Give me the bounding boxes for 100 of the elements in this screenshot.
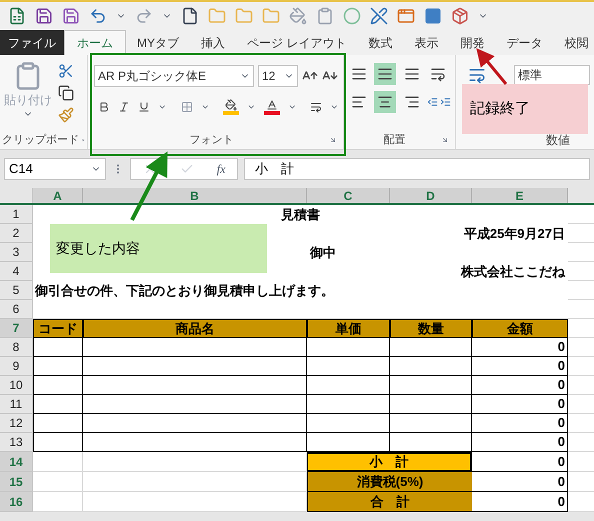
date-text: 平成25年9月27日 [464,224,565,243]
addressee-text: 御中 [310,244,336,262]
table-cell [33,433,83,452]
ribbon-tab[interactable]: 挿入 [190,30,236,55]
ribbon-tab[interactable]: 開発 [449,30,496,55]
table-cell [33,395,83,414]
font-name-field[interactable]: AR P丸ゴシック体E [94,65,254,87]
ribbon-tab[interactable]: ホーム [64,30,126,55]
formula-field[interactable]: 小 計 [244,158,590,180]
column-header[interactable]: D [390,188,472,203]
total-label-cell[interactable]: 小 計 [307,452,472,472]
orientation-icon[interactable] [430,66,446,82]
row-header[interactable]: 1 [0,205,33,224]
ribbon-tab[interactable]: データ [495,30,554,55]
row-header[interactable]: 16 [0,492,33,512]
row-header[interactable]: 5 [0,281,33,300]
alignment-icon [404,66,420,82]
table-cell: 0 [472,414,568,433]
header-cell: コード [33,319,83,338]
cut-icon[interactable] [58,63,74,79]
row-header[interactable]: 6 [0,300,33,319]
row-header[interactable]: 14 [0,452,33,472]
table-cell [33,414,83,433]
callout-note: 変更した内容 [50,224,267,273]
spreadsheet-logo-icon[interactable] [8,7,26,25]
table-cell: 0 [472,338,568,357]
font-size-field[interactable]: 12 [258,65,298,87]
column-header[interactable]: B [83,188,307,203]
alignment-button[interactable] [374,91,396,113]
alignment-icon [351,94,367,110]
ribbon-tab[interactable]: ファイル [0,30,64,55]
ribbon-tab[interactable]: 校閲 [553,30,594,55]
dialog-launcher-icon[interactable] [441,136,449,144]
row-header[interactable]: 10 [0,376,33,395]
table-cell: 0 [472,395,568,414]
bold-icon[interactable] [98,100,110,114]
table-cell: 0 [472,357,568,376]
table-cell [33,376,83,395]
underline-icon[interactable] [138,100,150,114]
header-cell: 金額 [472,319,568,338]
arrow [476,48,508,85]
header-cell: 単価 [307,319,390,338]
row-header[interactable]: 4 [0,262,33,281]
phonetic-icon[interactable] [310,100,322,114]
row-header[interactable]: 11 [0,395,33,414]
ribbon-tab[interactable]: 数式 [357,30,404,55]
column-header[interactable]: E [472,188,568,203]
dialog-launcher-icon[interactable] [329,136,337,144]
number-format-field[interactable]: 標準 [514,65,590,85]
alignment-button[interactable] [374,63,396,85]
window-icon[interactable] [397,7,415,25]
format-painter-icon[interactable] [58,107,74,123]
group-label: 配置 [382,132,406,148]
total-label-cell[interactable]: 合 計 [307,492,472,512]
message-text: 御引合せの件、下記のとおり御見積申し上げます。 [35,282,334,300]
column-header[interactable]: C [307,188,390,203]
row-header[interactable]: 13 [0,433,33,452]
row-header[interactable]: 7 [0,319,33,338]
total-label-cell[interactable]: 消費税(5%) [307,472,472,492]
ribbon-tab[interactable]: 表示 [403,30,450,55]
alignment-icon [351,66,367,82]
row-header[interactable]: 3 [0,243,33,262]
package-icon[interactable] [451,7,469,25]
alignment-icon [377,94,394,110]
stop-icon[interactable] [424,7,442,25]
save-as-icon[interactable] [62,7,80,25]
row-header[interactable]: 2 [0,224,33,243]
ribbon-tab[interactable]: MYタブ [126,30,190,55]
row-header[interactable]: 12 [0,414,33,433]
arrow [130,151,168,221]
column-header[interactable]: A [33,188,83,203]
fill-color-icon[interactable] [223,99,240,115]
wrap-icon[interactable] [468,66,486,84]
pen-icon[interactable] [370,7,388,25]
table-cell: 0 [472,472,568,492]
save-icon[interactable] [35,7,53,25]
insert-function-button[interactable]: fx [216,160,226,178]
table-cell: 0 [472,376,568,395]
alignment-icon [377,66,394,82]
clipboard-icon[interactable] [316,7,334,25]
copy-icon[interactable] [58,85,74,101]
group-label: クリップボード [2,132,79,148]
table-cell: 0 [472,433,568,452]
group-label: フォント [188,132,234,148]
alignment-icon [404,94,420,110]
row-header[interactable]: 8 [0,338,33,357]
table-cell: 0 [472,452,568,472]
header-cell: 商品名 [83,319,307,338]
ribbon-tab[interactable]: ページ レイアウト [236,30,358,55]
italic-icon[interactable] [118,100,130,114]
undo-icon[interactable] [89,7,107,25]
font-color-icon[interactable] [264,99,280,115]
group-label: 数値 [546,132,570,149]
table-cell [33,338,83,357]
row-header[interactable]: 15 [0,472,33,492]
table-cell [33,452,83,472]
new-file-icon[interactable] [181,7,199,25]
row-header[interactable]: 9 [0,357,33,376]
name-box[interactable]: C14 [4,158,106,180]
header-cell: 数量 [390,319,472,338]
